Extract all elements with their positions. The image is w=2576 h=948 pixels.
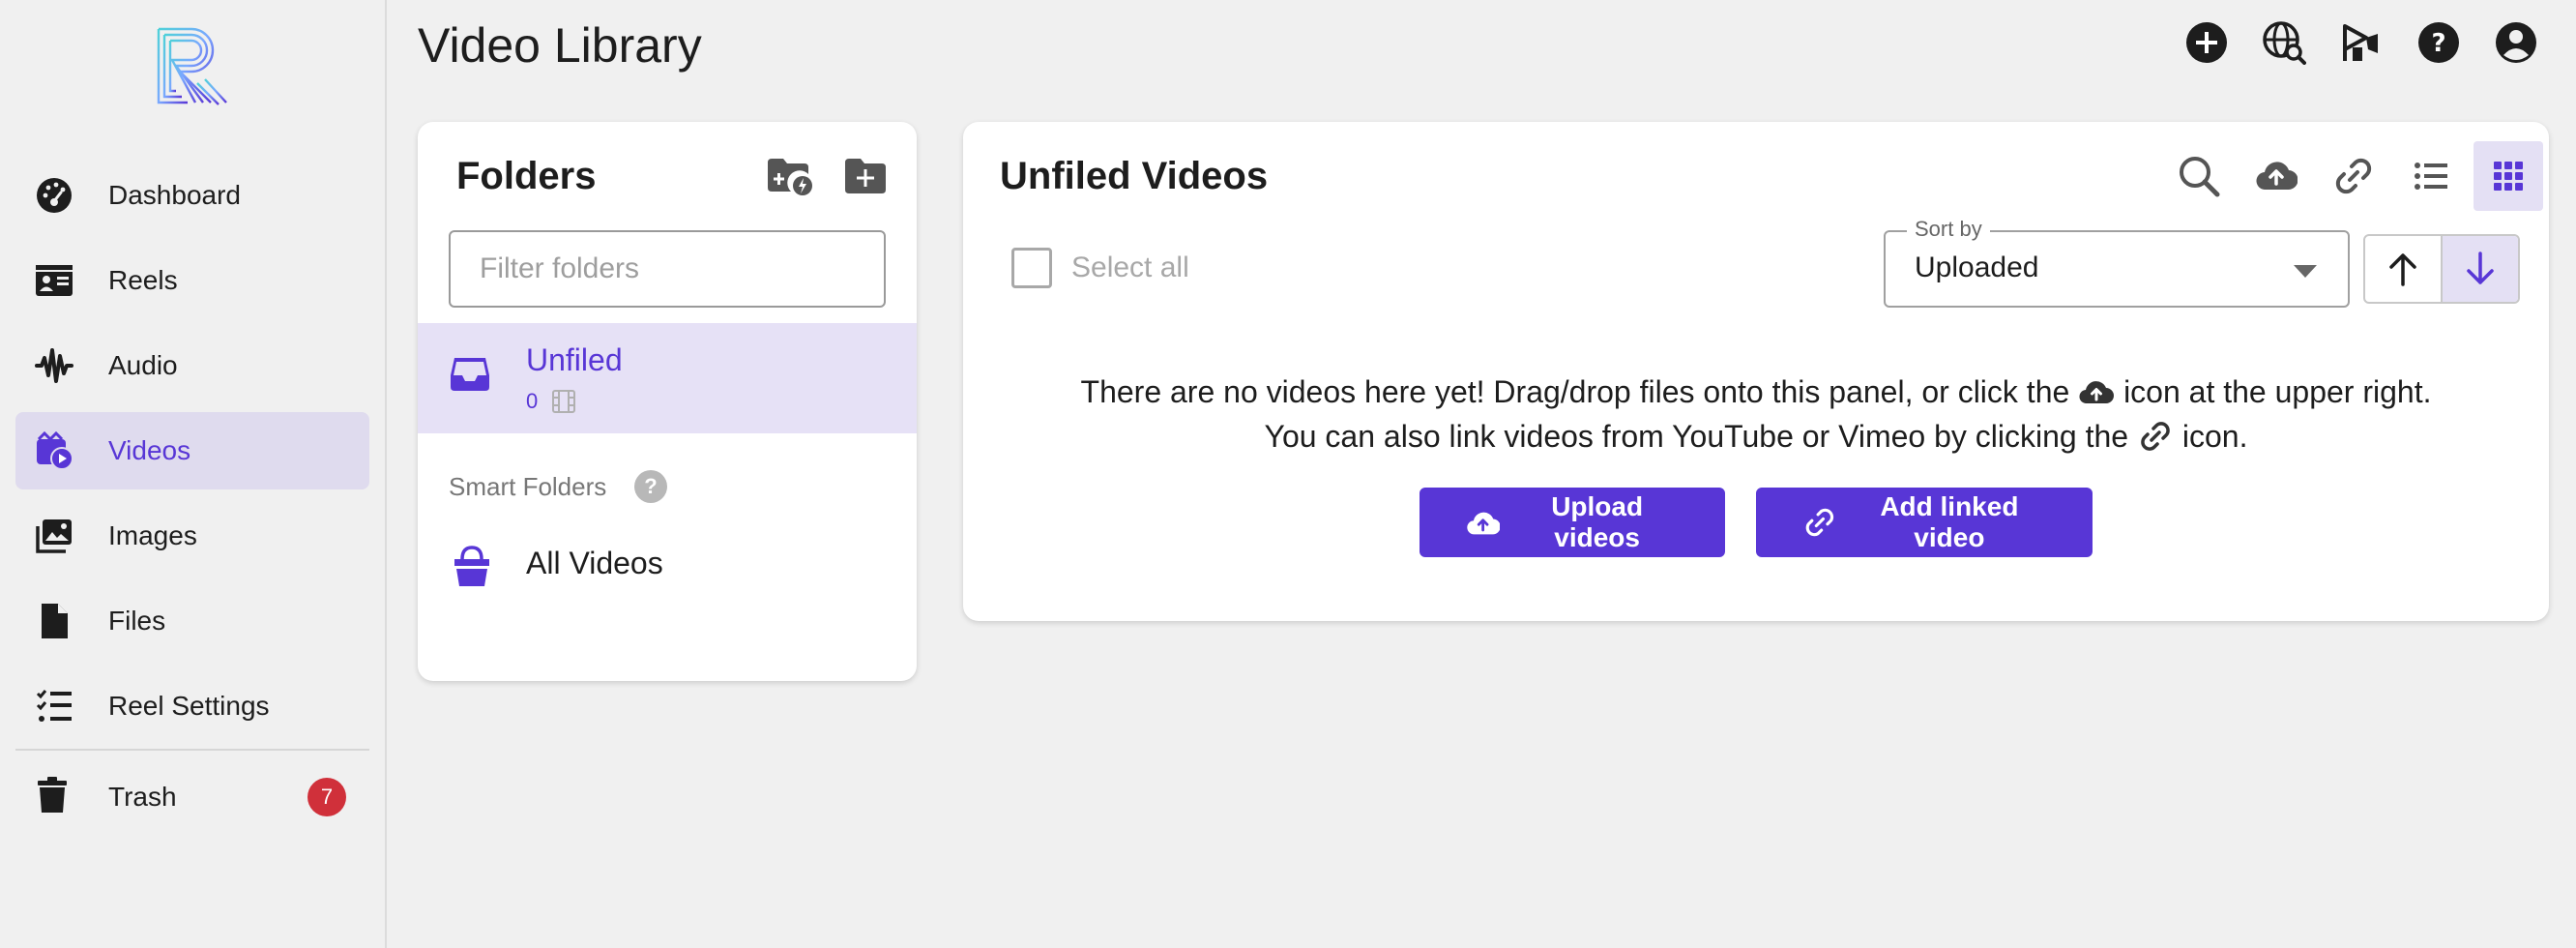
inbox-icon <box>449 352 491 395</box>
link-icon <box>1805 508 1834 537</box>
sidebar-item-label: Audio <box>108 350 178 380</box>
sidebar-item-label: Reels <box>108 265 178 295</box>
button-label: Add linked video <box>1880 491 2019 552</box>
arrow-down-icon <box>2467 252 2494 284</box>
sidebar-item-label: Videos <box>108 435 191 465</box>
globe-search-icon[interactable] <box>2261 19 2307 66</box>
brand-logo[interactable] <box>155 25 230 106</box>
link-icon[interactable] <box>2319 141 2388 211</box>
folders-title: Folders <box>456 155 597 197</box>
sort-by-value: Uploaded <box>1915 252 2039 283</box>
videos-panel-title: Unfiled Videos <box>1000 155 1269 197</box>
folder-name: Unfiled <box>526 342 623 377</box>
sidebar-item-trash[interactable]: Trash 7 <box>15 758 369 836</box>
smart-folders-label: Smart Folders <box>449 472 607 501</box>
cloud-upload-icon[interactable] <box>2241 141 2311 211</box>
empty-text: icon at the upper right. <box>2123 374 2432 409</box>
sort-by-select[interactable]: Sort by Uploaded <box>1884 217 2350 308</box>
videos-toolbar <box>2164 141 2543 211</box>
select-all-label: Select all <box>1071 252 1189 283</box>
id-card-icon <box>33 259 75 302</box>
page-title: Video Library <box>418 18 702 73</box>
folder-video-count: 0 <box>526 389 539 413</box>
sidebar-item-images[interactable]: Images <box>15 497 369 575</box>
grid-view-icon[interactable] <box>2474 141 2543 211</box>
search-icon[interactable] <box>2164 141 2234 211</box>
sidebar-item-files[interactable]: Files <box>15 582 369 660</box>
trash-icon <box>33 776 75 818</box>
svg-text:?: ? <box>2431 29 2445 58</box>
add-linked-video-button[interactable]: Add linked video <box>1756 488 2093 557</box>
trash-count-badge: 7 <box>307 778 346 816</box>
checkbox-box[interactable] <box>1011 248 1052 288</box>
folder-item-unfiled[interactable]: Unfiled 0 <box>418 323 917 433</box>
help-circle-icon[interactable]: ? <box>2415 19 2462 66</box>
smart-folder-all-videos[interactable]: All Videos <box>418 534 917 611</box>
header-toolbar: ? <box>2183 19 2539 66</box>
gauge-icon <box>33 174 75 217</box>
film-icon <box>551 389 576 414</box>
sort-descending-button[interactable] <box>2442 236 2518 302</box>
select-all-checkbox[interactable]: Select all <box>1011 248 1189 288</box>
sidebar-divider <box>15 749 369 751</box>
waveform-icon <box>33 344 75 387</box>
upload-videos-button[interactable]: Upload videos <box>1420 488 1725 557</box>
add-circle-icon[interactable] <box>2183 19 2230 66</box>
images-icon <box>33 515 75 557</box>
sidebar-nav: Dashboard Reels Audio Videos Images File… <box>15 157 369 753</box>
empty-state-actions: Upload videos Add linked video <box>963 488 2549 557</box>
sidebar-item-reel-settings[interactable]: Reel Settings <box>15 667 369 745</box>
file-icon <box>33 600 75 642</box>
folders-panel: Folders Unfiled 0 Smart Folders ? All Vi… <box>418 122 917 681</box>
empty-text: icon. <box>2181 419 2248 454</box>
caret-down-icon <box>2294 265 2317 278</box>
sort-ascending-button[interactable] <box>2365 236 2441 302</box>
empty-state-line-1: There are no videos here yet! Drag/drop … <box>963 370 2549 414</box>
sort-by-label: Sort by <box>1907 217 1990 242</box>
sidebar: Dashboard Reels Audio Videos Images File… <box>0 0 387 948</box>
cloud-upload-icon <box>1467 512 1501 535</box>
sidebar-item-audio[interactable]: Audio <box>15 327 369 404</box>
new-smart-folder-icon[interactable] <box>766 155 814 197</box>
empty-text: You can also link videos from YouTube or… <box>1264 419 2129 454</box>
empty-state-message: There are no videos here yet! Drag/drop … <box>963 370 2549 459</box>
list-view-icon[interactable] <box>2396 141 2466 211</box>
sidebar-item-dashboard[interactable]: Dashboard <box>15 157 369 234</box>
sidebar-item-label: Trash <box>108 782 177 812</box>
announcement-icon[interactable] <box>2338 19 2385 66</box>
sidebar-item-reels[interactable]: Reels <box>15 242 369 319</box>
sidebar-item-label: Files <box>108 606 166 636</box>
new-folder-icon[interactable] <box>841 155 890 197</box>
arrow-up-icon <box>2389 253 2416 286</box>
account-icon[interactable] <box>2493 19 2539 66</box>
empty-state-line-2: You can also link videos from YouTube or… <box>963 414 2549 459</box>
cloud-upload-icon <box>2079 381 2115 404</box>
smart-folders-help-icon[interactable]: ? <box>634 470 667 503</box>
list-check-icon <box>33 685 75 727</box>
video-clapper-icon <box>33 430 75 472</box>
videos-panel: Unfiled Videos Select all Sort by Upload… <box>963 122 2549 621</box>
button-label: Upload videos <box>1551 491 1644 552</box>
sidebar-item-label: Reel Settings <box>108 691 270 721</box>
basket-icon <box>453 544 491 588</box>
sidebar-item-videos[interactable]: Videos <box>15 412 369 489</box>
smart-folder-name: All Videos <box>526 546 663 580</box>
empty-text: There are no videos here yet! Drag/drop … <box>1080 374 2070 409</box>
link-icon <box>2141 422 2170 451</box>
filter-folders-input[interactable] <box>449 230 886 308</box>
sort-direction-toggle <box>2363 234 2520 304</box>
sidebar-item-label: Dashboard <box>108 180 241 210</box>
sidebar-item-label: Images <box>108 520 197 550</box>
